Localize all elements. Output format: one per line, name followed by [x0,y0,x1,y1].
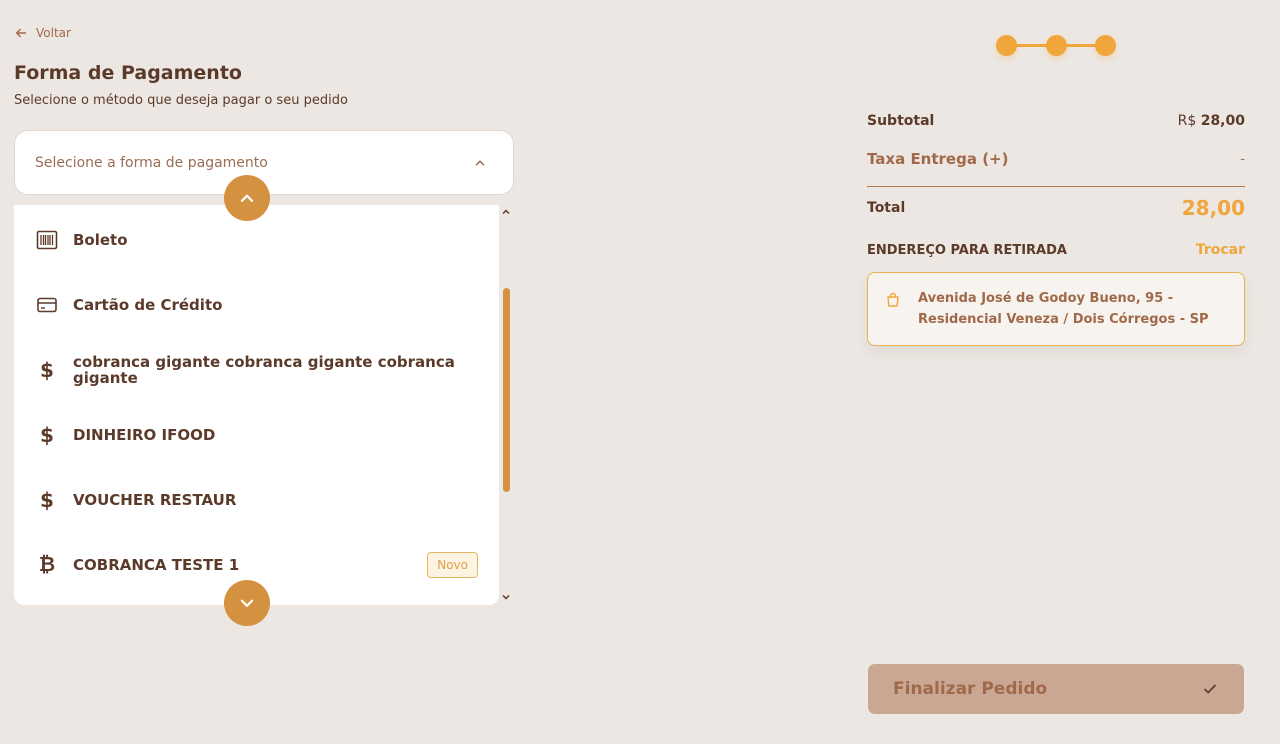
scroll-down-button[interactable] [224,580,270,626]
subtotal-value: R$ 28,00 [1177,113,1245,129]
payment-option-label: Cartão de Crédito [73,295,223,314]
payment-option-credit-card[interactable]: Cartão de Crédito [14,272,499,337]
scroll-up-button[interactable] [224,175,270,221]
pickup-address-card: Avenida José de Godoy Bueno, 95 - Reside… [867,272,1245,346]
chevron-up-icon [240,194,254,202]
arrow-left-icon [15,28,27,38]
total-value: 28,00 [1181,196,1245,220]
back-link[interactable]: Voltar [14,26,71,40]
scrollbar-thumb[interactable] [503,288,510,492]
finalize-order-label: Finalizar Pedido [893,679,1048,699]
payment-option-voucher-restaur[interactable]: $ VOUCHER RESTAUR [14,467,499,532]
dollar-icon: $ [40,357,54,382]
subtotal-label: Subtotal [867,113,935,129]
barcode-icon [36,229,58,251]
scrollbar-up-arrow[interactable] [500,206,512,218]
subtotal-row: Subtotal R$ 28,00 [867,113,1245,129]
total-row: Total 28,00 [867,196,1245,220]
payment-option-label: VOUCHER RESTAUR [73,490,237,509]
payment-method-list: Boleto Cartão de Crédito $ cobranca giga… [14,205,499,605]
bitcoin-icon: ₿ [38,552,56,576]
payment-option-dinheiro-ifood[interactable]: $ DINHEIRO IFOOD [14,402,499,467]
step-1-dot [996,35,1017,56]
address-header: ENDEREÇO PARA RETIRADA Trocar [867,242,1245,258]
payment-option-cobranca-gigante[interactable]: $ cobranca gigante cobranca gigante cobr… [14,337,499,402]
back-label: Voltar [36,26,71,40]
delivery-fee-label: Taxa Entrega (+) [867,150,1009,168]
scrollbar-down-arrow[interactable] [500,591,512,603]
address-line-1: Avenida José de Godoy Bueno, 95 - [918,291,1174,306]
payment-option-label: Boleto [73,230,128,249]
payment-option-label: DINHEIRO IFOOD [73,425,216,444]
dollar-icon: $ [40,422,54,447]
payment-option-label: COBRANCA TESTE 1 [73,555,240,574]
credit-card-icon [36,294,58,316]
payment-option-label: cobranca gigante cobranca gigante cobran… [73,352,455,387]
page-title: Forma de Pagamento [14,62,242,84]
summary-divider [867,186,1245,187]
shopping-bag-icon [887,292,899,307]
page-subtitle: Selecione o método que deseja pagar o se… [14,93,348,108]
check-icon [1204,684,1216,694]
step-2-dot [1046,35,1067,56]
delivery-fee-row: Taxa Entrega (+) - [867,150,1245,168]
address-heading: ENDEREÇO PARA RETIRADA [867,242,1067,258]
chevron-down-icon [502,594,510,600]
address-text: Avenida José de Godoy Bueno, 95 - Reside… [918,288,1228,330]
change-address-link[interactable]: Trocar [1196,242,1245,258]
chevron-up-icon [502,209,510,215]
step-3-dot [1095,35,1116,56]
total-label: Total [867,200,906,216]
chevron-down-icon [240,599,254,607]
select-placeholder: Selecione a forma de pagamento [35,154,268,171]
dollar-icon: $ [40,487,54,512]
new-badge: Novo [427,551,478,578]
delivery-fee-value: - [1240,151,1245,167]
chevron-up-icon [475,159,485,166]
finalize-order-button[interactable]: Finalizar Pedido [868,664,1244,714]
address-line-2: Residencial Veneza / Dois Córregos - SP [918,312,1209,327]
